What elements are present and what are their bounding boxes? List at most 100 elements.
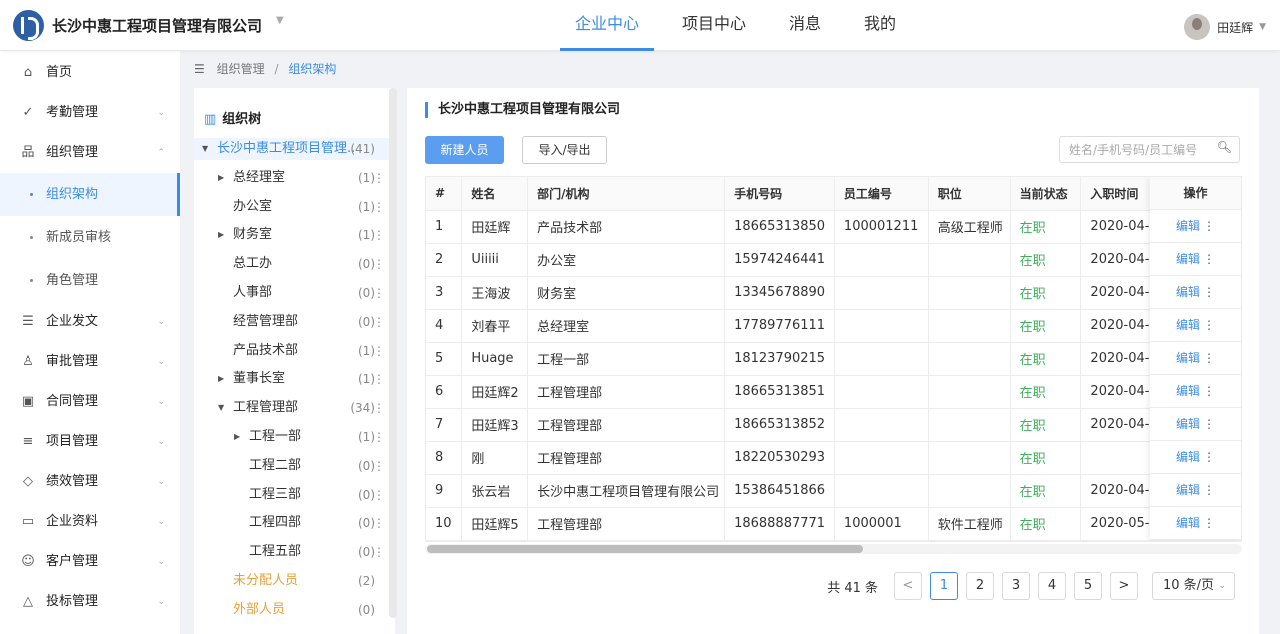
table-row[interactable]: 2 Uiiiii 办公室 15974246441 在职 2020-04-: [426, 243, 1241, 277]
caret-icon[interactable]: ▶: [218, 167, 224, 189]
tree-node[interactable]: 工程三部 (0) ⋮: [194, 484, 395, 506]
more-icon[interactable]: ⋮: [373, 282, 385, 304]
sidebar-subitem[interactable]: 角色管理: [0, 259, 180, 302]
table-row[interactable]: 7 田廷辉3 工程管理部 18665313852 在职 2020-04-: [426, 408, 1241, 442]
tree-node[interactable]: ▶ 财务室 (1) ⋮: [194, 224, 395, 246]
more-icon[interactable]: ⋮: [373, 196, 385, 218]
more-icon[interactable]: ⋮: [373, 541, 385, 563]
more-icon[interactable]: ⋮: [1203, 219, 1215, 233]
sidebar-item[interactable]: ▣ 合同管理 ⌄: [0, 382, 180, 422]
tree-node[interactable]: ▼ 长沙中惠工程项目管理.. (41): [194, 138, 395, 160]
more-icon[interactable]: ⋮: [373, 224, 385, 246]
top-nav-item[interactable]: 企业中心: [560, 0, 655, 51]
table-row[interactable]: 6 田廷辉2 工程管理部 18665313851 在职 2020-04-: [426, 375, 1241, 409]
caret-icon[interactable]: ▼: [218, 397, 224, 419]
search-icon[interactable]: 🔍︎: [1217, 140, 1232, 154]
page-button[interactable]: 4: [1038, 572, 1066, 600]
table-row[interactable]: 4 刘春平 总经理室 17789776111 在职 2020-04-: [426, 309, 1241, 343]
tree-scrollbar[interactable]: [389, 88, 397, 618]
sidebar-subitem[interactable]: 新成员审核: [0, 216, 180, 259]
more-icon[interactable]: ⋮: [373, 484, 385, 506]
more-icon[interactable]: ⋮: [373, 426, 385, 448]
page-button[interactable]: 3: [1002, 572, 1030, 600]
sidebar-item[interactable]: ☺ 客户管理 ⌄: [0, 542, 180, 582]
table-row[interactable]: 3 王海波 财务室 13345678890 在职 2020-04-: [426, 276, 1241, 310]
edit-link[interactable]: 编辑: [1176, 384, 1200, 398]
more-icon[interactable]: ⋮: [373, 253, 385, 275]
add-user-button[interactable]: 新建人员: [425, 136, 504, 164]
tree-node[interactable]: 产品技术部 (1) ⋮: [194, 340, 395, 362]
more-icon[interactable]: ⋮: [373, 340, 385, 362]
more-icon[interactable]: ⋮: [1203, 516, 1215, 530]
caret-icon[interactable]: ▶: [218, 368, 224, 390]
sidebar-item[interactable]: ≡ 项目管理 ⌄: [0, 422, 180, 462]
scrollbar-thumb[interactable]: [427, 545, 863, 553]
more-icon[interactable]: ⋮: [373, 397, 385, 419]
edit-link[interactable]: 编辑: [1176, 483, 1200, 497]
user-name[interactable]: 田廷辉: [1217, 19, 1253, 36]
sidebar-item[interactable]: 品组织管理 ⌃: [0, 133, 180, 173]
more-icon[interactable]: ⋮: [1203, 351, 1215, 365]
tree-node[interactable]: 工程二部 (0) ⋮: [194, 455, 395, 477]
table-row[interactable]: 1 田廷辉 产品技术部 18665313850 100001211 高级工程师 在职 2020…: [426, 210, 1241, 244]
edit-link[interactable]: 编辑: [1176, 252, 1200, 266]
tree-node[interactable]: 未分配人员 (2): [194, 570, 395, 592]
more-icon[interactable]: ⋮: [1203, 285, 1215, 299]
more-icon[interactable]: ⋮: [1203, 450, 1215, 464]
prev-page-button[interactable]: <: [894, 572, 922, 600]
tree-node[interactable]: ▶ 总经理室 (1) ⋮: [194, 167, 395, 189]
caret-icon[interactable]: ▼: [202, 138, 208, 160]
next-page-button[interactable]: >: [1110, 572, 1138, 600]
user-menu[interactable]: 田廷辉 ▼: [1184, 14, 1266, 40]
sidebar-item[interactable]: ☰ 企业发文 ⌄: [0, 302, 180, 342]
edit-link[interactable]: 编辑: [1176, 285, 1200, 299]
tree-node[interactable]: 工程四部 (0) ⋮: [194, 512, 395, 534]
tree-node[interactable]: ▼ 工程管理部 (34) ⋮: [194, 397, 395, 419]
more-icon[interactable]: ⋮: [373, 311, 385, 333]
avatar[interactable]: [1184, 14, 1211, 40]
caret-icon[interactable]: ▶: [234, 426, 240, 448]
search-input[interactable]: [1059, 136, 1240, 163]
horizontal-scrollbar[interactable]: [425, 544, 1242, 554]
tree-node[interactable]: ▶ 工程一部 (1) ⋮: [194, 426, 395, 448]
sidebar-item[interactable]: ⌂ 首页: [0, 53, 180, 93]
import-export-button[interactable]: 导入/导出: [522, 136, 607, 164]
page-button[interactable]: 2: [966, 572, 994, 600]
sidebar-item[interactable]: ◇ 绩效管理 ⌄: [0, 462, 180, 502]
more-icon[interactable]: ⋮: [373, 368, 385, 390]
company-dropdown-icon[interactable]: ▼: [276, 15, 284, 26]
page-button[interactable]: 5: [1074, 572, 1102, 600]
more-icon[interactable]: ⋮: [373, 455, 385, 477]
tree-node[interactable]: 人事部 (0) ⋮: [194, 282, 395, 304]
tree-node[interactable]: 办公室 (1) ⋮: [194, 196, 395, 218]
sidebar-subitem[interactable]: 组织架构: [0, 173, 180, 216]
table-row[interactable]: 8 刚工程管理部 18220530293 在职: [426, 441, 1241, 475]
more-icon[interactable]: ⋮: [1203, 384, 1215, 398]
edit-link[interactable]: 编辑: [1176, 450, 1200, 464]
page-button[interactable]: 1: [930, 572, 958, 600]
tree-node[interactable]: 外部人员 (0): [194, 599, 395, 621]
edit-link[interactable]: 编辑: [1176, 318, 1200, 332]
breadcrumb-parent[interactable]: 组织管理: [217, 62, 265, 76]
top-nav-item[interactable]: 项目中心: [667, 0, 761, 51]
top-nav-item[interactable]: 我的: [849, 0, 911, 51]
edit-link[interactable]: 编辑: [1176, 417, 1200, 431]
chevron-down-icon[interactable]: ▼: [1259, 22, 1266, 32]
sidebar-item[interactable]: △ 投标管理 ⌄: [0, 582, 180, 622]
table-row[interactable]: 5 Huage 工程一部 18123790215 在职 2020-04-: [426, 342, 1241, 376]
sidebar-item[interactable]: ✓ 考勤管理 ⌄: [0, 93, 180, 133]
sidebar-item[interactable]: ♙ 审批管理 ⌄: [0, 342, 180, 382]
page-size-select[interactable]: 10 条/页 ⌄: [1152, 572, 1235, 600]
sidebar-item[interactable]: ▭ 企业资料 ⌄: [0, 502, 180, 542]
table-row[interactable]: 10 田廷辉5 工程管理部 18688887771 1000001 软件工程师 在职 2020…: [426, 507, 1241, 541]
edit-link[interactable]: 编辑: [1176, 219, 1200, 233]
more-icon[interactable]: ⋮: [1203, 252, 1215, 266]
menu-fold-icon[interactable]: ☰: [194, 62, 205, 76]
more-icon[interactable]: ⋮: [1203, 483, 1215, 497]
tree-node[interactable]: 经营管理部 (0) ⋮: [194, 311, 395, 333]
more-icon[interactable]: ⋮: [373, 167, 385, 189]
company-name[interactable]: 长沙中惠工程项目管理有限公司: [52, 15, 262, 36]
more-icon[interactable]: ⋮: [1203, 417, 1215, 431]
edit-link[interactable]: 编辑: [1176, 516, 1200, 530]
edit-link[interactable]: 编辑: [1176, 351, 1200, 365]
